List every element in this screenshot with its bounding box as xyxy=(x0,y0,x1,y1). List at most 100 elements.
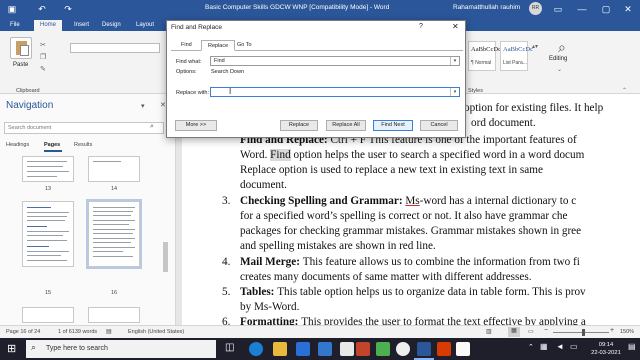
tab-home[interactable]: Home xyxy=(34,20,63,31)
tab-design[interactable]: Design xyxy=(96,20,127,31)
more-button[interactable]: More >> xyxy=(175,120,217,131)
navigation-pane: Navigation ▾ ✕ Search document ⌕ Heading… xyxy=(0,94,176,325)
zoom-in-icon[interactable]: + xyxy=(610,327,614,334)
meet-icon[interactable] xyxy=(376,342,390,356)
doc-line: and spelling mistakes are shown in red l… xyxy=(240,240,436,252)
avatar[interactable]: RR xyxy=(529,2,542,15)
battery-icon[interactable]: ▭ xyxy=(570,342,578,351)
edge-icon[interactable] xyxy=(249,342,263,356)
page-thumbnail[interactable] xyxy=(88,156,140,182)
word-count[interactable]: 1 of 6139 words xyxy=(58,329,97,335)
nav-tab-pages[interactable]: Pages xyxy=(44,142,60,148)
style-normal[interactable]: AaBbCcDc ¶ Normal xyxy=(468,41,501,71)
notification-icon[interactable]: ▤ xyxy=(628,342,636,351)
network-icon[interactable]: ▦ xyxy=(540,342,548,351)
doc-line: ord document. xyxy=(471,117,536,129)
minimize-icon[interactable]: — xyxy=(570,0,594,18)
editing-search-icon[interactable]: ⌕ xyxy=(558,39,566,56)
read-mode-icon[interactable]: ▥ xyxy=(486,328,492,335)
taskbar-search-input[interactable]: Type here to search xyxy=(26,340,216,358)
search-icon[interactable]: ⌕ xyxy=(150,123,154,131)
zoom-out-icon[interactable]: − xyxy=(544,327,548,334)
close-window-icon[interactable]: ✕ xyxy=(616,0,640,18)
language-status[interactable]: English (United States) xyxy=(128,329,184,335)
windows-start-icon[interactable]: ⊞ xyxy=(7,342,16,355)
print-layout-icon[interactable]: ▦ xyxy=(508,327,520,337)
undo-icon[interactable]: ↶ xyxy=(36,3,48,15)
page-thumbnail[interactable] xyxy=(22,201,74,267)
page-thumbnail-selected[interactable] xyxy=(86,199,142,269)
help-icon[interactable]: ? xyxy=(419,23,423,30)
tab-insert[interactable]: Insert xyxy=(68,20,95,31)
speaker-icon[interactable]: ◄ xyxy=(556,342,564,351)
doc-line: Checking Spelling and Grammar: Ms-word h… xyxy=(240,195,577,207)
app-icon[interactable] xyxy=(340,342,354,356)
zoom-level[interactable]: 150% xyxy=(620,329,634,335)
cancel-button[interactable]: Cancel xyxy=(420,120,458,131)
doc-line: creates many documents of same matter wi… xyxy=(240,271,532,283)
page-thumbnail[interactable] xyxy=(88,307,140,323)
maximize-icon[interactable]: ▢ xyxy=(594,0,618,18)
paste-button[interactable]: Paste xyxy=(13,62,28,68)
user-name[interactable]: Rahamatthullah rauhim xyxy=(453,4,520,11)
dropbox-icon[interactable] xyxy=(318,342,332,356)
nav-search-input[interactable]: Search document xyxy=(4,122,164,134)
font-name-box[interactable] xyxy=(70,43,160,53)
style-list-paragraph[interactable]: AaBbCcDc List Para... xyxy=(500,41,533,71)
options-label: Options: xyxy=(176,69,197,75)
chevron-down-icon[interactable]: ▾ xyxy=(450,88,459,96)
replace-with-input[interactable] xyxy=(210,87,460,97)
tab-replace[interactable]: Replace xyxy=(201,40,236,51)
collapse-ribbon-icon[interactable]: ⌃ xyxy=(622,87,627,94)
powerpoint-icon[interactable] xyxy=(356,342,370,356)
task-view-icon[interactable]: ◫ xyxy=(225,342,234,353)
paste-icon[interactable] xyxy=(10,37,32,59)
office-icon[interactable] xyxy=(437,342,451,356)
web-layout-icon[interactable]: ▭ xyxy=(528,328,534,335)
store-icon[interactable] xyxy=(296,342,310,356)
page-thumbnail[interactable] xyxy=(22,156,74,182)
nav-close-icon[interactable]: ✕ xyxy=(160,101,166,109)
zoom-slider-handle[interactable] xyxy=(582,329,585,336)
find-what-input[interactable]: Find xyxy=(210,56,460,66)
ribbon-display-icon[interactable]: ▭ xyxy=(546,0,570,18)
nav-options-icon[interactable]: ▾ xyxy=(141,102,145,110)
doc-line: by Ms-Word. xyxy=(240,301,300,313)
word-icon[interactable] xyxy=(417,342,431,356)
status-bar: Page 16 of 24 1 of 6139 words ▤ English … xyxy=(0,325,640,338)
search-icon: ⌕ xyxy=(31,342,37,352)
page-thumbnail[interactable] xyxy=(22,307,74,323)
editing-button[interactable]: Editing xyxy=(549,56,567,62)
replace-all-button[interactable]: Replace All xyxy=(326,120,366,131)
doc-line: option for existing files. It help xyxy=(464,102,604,114)
redo-icon[interactable]: ↷ xyxy=(62,3,74,15)
file-explorer-icon[interactable] xyxy=(273,342,287,356)
page-number: 13 xyxy=(44,186,52,192)
nav-tab-results[interactable]: Results xyxy=(74,142,92,148)
taskbar-clock[interactable]: 09:14 22-03-2021 xyxy=(586,341,626,357)
doc-line: Replace option is used to replace a new … xyxy=(240,164,543,176)
cut-icon[interactable]: ✂ xyxy=(40,41,46,49)
page-count[interactable]: Page 16 of 24 xyxy=(6,329,40,335)
copy-icon[interactable]: ❐ xyxy=(40,53,46,61)
find-next-button[interactable]: Find Next xyxy=(373,120,413,131)
replace-button[interactable]: Replace xyxy=(280,120,318,131)
zoom-slider[interactable] xyxy=(553,332,609,333)
chevron-down-icon[interactable]: ⌄ xyxy=(557,66,562,73)
styles-scroll-icon[interactable]: ▴▾ xyxy=(532,43,538,50)
app-icon[interactable] xyxy=(456,342,470,356)
chrome-icon[interactable] xyxy=(396,342,410,356)
save-icon[interactable]: ▣ xyxy=(6,3,18,15)
close-icon[interactable]: ✕ xyxy=(452,22,459,31)
doc-line: packages for checking grammar mistakes. … xyxy=(240,225,582,237)
tray-chevron-icon[interactable]: ⌃ xyxy=(528,343,534,351)
nav-tab-headings[interactable]: Headings xyxy=(6,142,29,148)
format-painter-icon[interactable]: ✎ xyxy=(40,65,46,73)
nav-scrollbar[interactable] xyxy=(163,242,168,272)
tab-layout[interactable]: Layout xyxy=(130,20,160,31)
tab-file[interactable]: File xyxy=(4,20,26,31)
options-value: Search Down xyxy=(211,69,245,75)
chevron-down-icon[interactable]: ▾ xyxy=(450,57,459,65)
proofing-icon[interactable]: ▤ xyxy=(106,328,112,335)
tab-find[interactable]: Find xyxy=(175,40,198,50)
